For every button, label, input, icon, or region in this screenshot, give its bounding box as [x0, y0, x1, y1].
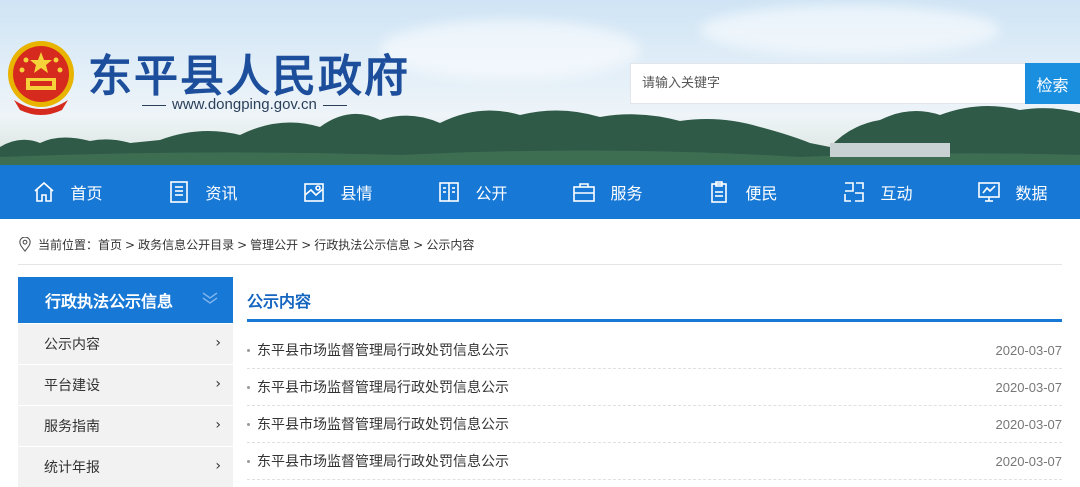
list-item-title-wrap: 东平县市场监督管理局行政处罚信息公示 — [247, 377, 509, 397]
breadcrumb-item-home[interactable]: 首页 — [98, 236, 122, 253]
search-button[interactable]: 检索 — [1025, 63, 1080, 104]
chevron-right-icon: › — [215, 458, 221, 474]
sidebar-item-notice-content[interactable]: 公示内容 › — [18, 323, 233, 364]
list-item-title[interactable]: 东平县市场监督管理局行政处罚信息公示 — [257, 451, 509, 471]
breadcrumb-separator: > — [237, 237, 248, 252]
nav-label: 资讯 — [205, 184, 238, 203]
nav-label: 服务 — [610, 184, 643, 203]
nav-item-convenience[interactable]: 便民 — [675, 165, 810, 219]
list-item-date: 2020-03-07 — [995, 342, 1063, 358]
home-icon — [34, 181, 55, 202]
breadcrumb-item-current[interactable]: 公示内容 — [426, 236, 474, 253]
bullet-dot-icon — [247, 385, 250, 389]
bullet-dot-icon — [247, 459, 250, 463]
nav-item-open[interactable]: 公开 — [405, 165, 540, 219]
site-header: 东平县人民政府 www.dongping.gov.cn 检索 — [0, 0, 1080, 165]
main-content: 公示内容 东平县市场监督管理局行政处罚信息公示 2020-03-07 东平县市场… — [247, 277, 1062, 480]
chart-monitor-icon — [978, 182, 1001, 202]
chevron-right-icon: › — [215, 376, 221, 392]
list-item-date: 2020-03-07 — [995, 416, 1063, 432]
cloud-decoration — [380, 20, 640, 80]
sidebar-header: 行政执法公示信息 — [18, 277, 233, 323]
list-item-date: 2020-03-07 — [995, 453, 1063, 469]
nav-item-service[interactable]: 服务 — [540, 165, 675, 219]
nav-item-data[interactable]: 数据 — [945, 165, 1080, 219]
clipboard-icon — [711, 181, 728, 203]
sidebar-item-service-guide[interactable]: 服务指南 › — [18, 405, 233, 446]
list-item-title[interactable]: 东平县市场监督管理局行政处罚信息公示 — [257, 340, 509, 360]
list-item-title[interactable]: 东平县市场监督管理局行政处罚信息公示 — [257, 377, 509, 397]
sidebar-item-label: 平台建设 — [44, 378, 100, 394]
breadcrumb-separator: > — [125, 237, 136, 252]
list-item[interactable]: 东平县市场监督管理局行政处罚信息公示 2020-03-07 — [247, 443, 1062, 480]
nav-label: 公开 — [475, 184, 508, 203]
sidebar-item-label: 统计年报 — [44, 460, 100, 476]
breadcrumb-item-catalog[interactable]: 政务信息公开目录 — [138, 236, 234, 253]
search-bar: 检索 — [630, 63, 1080, 104]
site-title[interactable]: 东平县人民政府 — [88, 40, 410, 104]
book-icon — [439, 182, 460, 202]
sidebar-title: 行政执法公示信息 — [45, 292, 174, 311]
sidebar-item-annual-report[interactable]: 统计年报 › — [18, 446, 233, 487]
divider — [18, 264, 1062, 265]
list-item-title-wrap: 东平县市场监督管理局行政处罚信息公示 — [247, 451, 509, 471]
sidebar-item-label: 公示内容 — [44, 337, 100, 353]
breadcrumb-item-enforcement[interactable]: 行政执法公示信息 — [314, 236, 410, 253]
nav-item-news[interactable]: 资讯 — [135, 165, 270, 219]
section-title: 公示内容 — [247, 292, 312, 311]
list-item-date: 2020-03-07 — [995, 379, 1063, 395]
list-item[interactable]: 东平县市场监督管理局行政处罚信息公示 2020-03-07 — [247, 406, 1062, 443]
breadcrumb-item-management[interactable]: 管理公开 — [250, 236, 298, 253]
bullet-dot-icon — [247, 348, 250, 352]
list-item-title[interactable]: 东平县市场监督管理局行政处罚信息公示 — [257, 414, 509, 434]
sidebar: 行政执法公示信息 公示内容 › 平台建设 › 服务指南 › 统计年报 › — [18, 277, 233, 487]
list-item-title-wrap: 东平县市场监督管理局行政处罚信息公示 — [247, 414, 509, 434]
cloud-decoration — [700, 5, 1000, 55]
bullet-dot-icon — [247, 422, 250, 426]
chevron-right-icon: › — [215, 335, 221, 351]
search-input[interactable] — [630, 63, 1025, 104]
sidebar-item-platform[interactable]: 平台建设 › — [18, 364, 233, 405]
list-item[interactable]: 东平县市场监督管理局行政处罚信息公示 2020-03-07 — [247, 332, 1062, 369]
nav-item-interact[interactable]: 互动 — [810, 165, 945, 219]
title-underline — [247, 319, 1062, 322]
briefcase-icon — [573, 183, 596, 202]
double-chevron-down-icon — [202, 292, 218, 304]
nav-item-county[interactable]: 县情 — [270, 165, 405, 219]
list-item-title-wrap: 东平县市场监督管理局行政处罚信息公示 — [247, 340, 509, 360]
nav-label: 县情 — [340, 184, 373, 203]
main-nav: 首页 资讯 县情 公开 服务 便民 互动 数据 — [0, 165, 1080, 219]
national-emblem-icon — [8, 41, 74, 115]
interact-icon — [844, 182, 865, 202]
location-pin-icon — [19, 237, 31, 252]
nav-label: 互动 — [880, 184, 913, 203]
nav-label: 首页 — [70, 184, 103, 203]
breadcrumb-separator: > — [413, 237, 424, 252]
list-item[interactable]: 东平县市场监督管理局行政处罚信息公示 2020-03-07 — [247, 369, 1062, 406]
nav-item-home[interactable]: 首页 — [0, 165, 135, 219]
news-icon — [170, 181, 189, 203]
breadcrumb-prefix: 当前位置： — [38, 238, 99, 252]
sidebar-item-label: 服务指南 — [44, 419, 100, 435]
nav-label: 便民 — [745, 184, 778, 203]
chevron-right-icon: › — [215, 417, 221, 433]
map-icon — [304, 183, 325, 202]
breadcrumb-separator: > — [301, 237, 312, 252]
nav-label: 数据 — [1015, 184, 1048, 203]
site-url: www.dongping.gov.cn — [136, 96, 353, 113]
notice-list: 东平县市场监督管理局行政处罚信息公示 2020-03-07 东平县市场监督管理局… — [247, 332, 1062, 480]
breadcrumb: 当前位置： 首页 > 政务信息公开目录 > 管理公开 > 行政执法公示信息 > … — [18, 236, 474, 253]
